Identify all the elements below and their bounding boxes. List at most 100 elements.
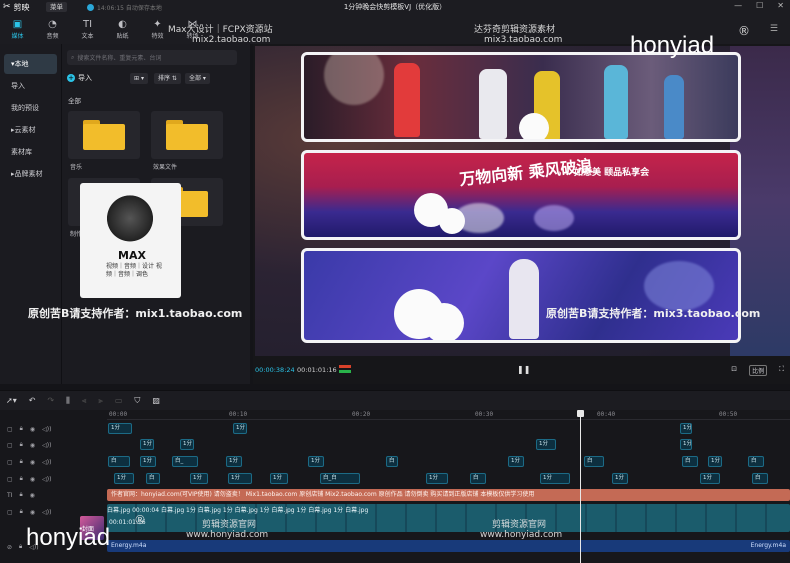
eye-icon[interactable]: ◉ xyxy=(30,476,35,483)
timeline-clip[interactable]: 1分 xyxy=(233,423,247,434)
playhead[interactable] xyxy=(577,410,584,563)
volume-icon[interactable]: ◁)) xyxy=(42,509,51,516)
volume-icon[interactable]: ◁)) xyxy=(29,544,38,551)
video-preview[interactable]: 万物向新 乘风破浪 如意美 颐品私享会 xyxy=(255,46,790,356)
audio-track-clip[interactable]: Energy.m4a Energy.m4a xyxy=(107,540,790,552)
split-right-icon[interactable]: ⫸ xyxy=(98,396,103,406)
screenshot-icon[interactable]: ⊡ xyxy=(731,365,737,376)
split-left-icon[interactable]: ⫷ xyxy=(82,396,87,406)
timeline[interactable]: 00:00 00:10 00:20 00:30 00:40 00:50 ▢ 🔒︎ ◉… xyxy=(0,410,790,563)
eye-icon[interactable]: ◉ xyxy=(30,492,35,499)
undo-icon[interactable]: ↶ xyxy=(29,396,36,405)
track-header[interactable]: ▢ 🔒︎ ◉ ◁)) xyxy=(0,422,106,436)
timeline-clip[interactable]: 1分 xyxy=(190,473,208,484)
timeline-clip[interactable]: 1分 xyxy=(680,439,692,450)
track-toggle-icon[interactable]: ▢ xyxy=(7,426,13,433)
shield-icon[interactable]: ⛉ xyxy=(134,396,140,406)
image-icon[interactable]: ▨ xyxy=(152,396,160,405)
timeline-clip[interactable]: 1分 xyxy=(426,473,448,484)
text-track-clip[interactable]: 作者官网：honyiad.com(可VIP使用) 请勿盗卖！ Mix1.taob… xyxy=(107,489,790,501)
eye-icon[interactable]: ◉ xyxy=(30,426,35,433)
lock-icon[interactable]: 🔒︎ xyxy=(20,508,23,516)
lock-icon[interactable]: 🔒︎ xyxy=(20,425,23,433)
sidebar-item-brand[interactable]: ▸品牌素材 xyxy=(4,164,57,184)
eye-icon[interactable]: ◉ xyxy=(30,509,35,516)
play-pause-button[interactable]: ❚❚ xyxy=(517,365,530,374)
eye-icon[interactable]: ◉ xyxy=(30,442,35,449)
timeline-clip[interactable]: 白 xyxy=(752,473,768,484)
volume-icon[interactable]: ◁)) xyxy=(42,426,51,433)
ratio-button[interactable]: 比例 xyxy=(749,365,768,376)
timeline-clip[interactable]: 白_白 xyxy=(320,473,360,484)
track-toggle-icon[interactable]: ▢ xyxy=(7,509,13,516)
split-icon[interactable]: ⫼ xyxy=(66,396,70,406)
sidebar-item-presets[interactable]: 我的预设 xyxy=(4,98,57,118)
timeline-clip[interactable]: 1分 xyxy=(536,439,556,450)
main-video-track[interactable]: 白幕.jpg 00:00:04 白幕.jpg 1分 白幕.jpg 1分 白幕.j… xyxy=(107,504,790,532)
track-header[interactable]: TI 🔒︎ ◉ xyxy=(0,488,106,502)
timeline-clip[interactable]: 1分 xyxy=(612,473,628,484)
hamburger-menu-icon[interactable]: ☰ xyxy=(770,24,778,34)
view-toggle-button[interactable]: ⊞ ▾ xyxy=(130,72,148,84)
delete-icon[interactable]: ▭ xyxy=(115,396,123,405)
track-header[interactable]: ▢ 🔒︎ ◉ ◁)) xyxy=(0,438,106,452)
timeline-clip[interactable]: 白 xyxy=(386,456,398,467)
track-header[interactable]: ▢ 🔒︎ ◉ ◁)) xyxy=(0,455,106,469)
sidebar-item-local[interactable]: ▾本地 xyxy=(4,54,57,74)
timeline-clip[interactable]: 1分 xyxy=(228,473,252,484)
timeline-clip[interactable]: 1分 xyxy=(140,456,156,467)
timeline-clip[interactable]: 1分 xyxy=(226,456,242,467)
track-toggle-icon[interactable]: ▢ xyxy=(7,442,13,449)
select-tool-icon[interactable]: ➚▾ xyxy=(6,396,17,405)
timeline-clip[interactable]: 1分 xyxy=(114,473,134,484)
lock-icon[interactable]: 🔒︎ xyxy=(19,491,22,499)
folder-card[interactable] xyxy=(151,111,223,159)
timeline-clip[interactable]: 1分 xyxy=(680,423,692,434)
timeline-clip[interactable]: 白 xyxy=(470,473,486,484)
search-input[interactable]: ⌕ 搜索文件名称、重复元素、台词 xyxy=(67,50,237,65)
timeline-clip[interactable]: 1分 xyxy=(270,473,288,484)
tab-sticker[interactable]: ◐ 贴纸 xyxy=(105,14,140,44)
fullscreen-icon[interactable]: ⛶ xyxy=(779,365,784,376)
minimize-icon[interactable]: — xyxy=(734,1,742,10)
timeline-clip[interactable]: 1分 xyxy=(540,473,570,484)
sidebar-item-cloud[interactable]: ▸云素材 xyxy=(4,120,57,140)
timeline-clip[interactable]: 白 xyxy=(146,473,160,484)
import-button[interactable]: + 导入 xyxy=(67,73,92,83)
timeline-clip[interactable]: 1分 xyxy=(180,439,194,450)
lock-icon[interactable]: 🔒︎ xyxy=(20,475,23,483)
timeline-clip[interactable]: 1分 xyxy=(708,456,722,467)
lock-icon[interactable]: 🔒︎ xyxy=(19,543,22,551)
timeline-clip[interactable]: 白 xyxy=(584,456,604,467)
lock-icon[interactable]: 🔒︎ xyxy=(20,441,23,449)
folder-card[interactable] xyxy=(68,111,140,159)
tab-audio[interactable]: ◔ 音频 xyxy=(35,14,70,44)
tab-text[interactable]: TI 文本 xyxy=(70,14,105,44)
tab-effects[interactable]: ✦ 特效 xyxy=(140,14,175,44)
track-header[interactable]: ▢ 🔒︎ ◉ ◁)) xyxy=(0,472,106,486)
timeline-clip[interactable]: 1分 xyxy=(308,456,324,467)
sort-button[interactable]: 排序 ⇅ xyxy=(154,72,181,84)
sidebar-item-library[interactable]: 素材库 xyxy=(4,142,57,162)
volume-icon[interactable]: ◁)) xyxy=(42,476,51,483)
timeline-clip[interactable]: 白 xyxy=(108,456,130,467)
tab-transition[interactable]: ⋈ 转场 xyxy=(175,14,210,44)
track-toggle-icon[interactable]: ▢ xyxy=(7,459,13,466)
timeline-clip[interactable]: 白 xyxy=(748,456,764,467)
volume-icon[interactable]: ◁)) xyxy=(42,442,51,449)
timeline-clip[interactable]: 白 xyxy=(682,456,698,467)
close-icon[interactable]: ✕ xyxy=(777,1,784,10)
lock-icon[interactable]: 🔒︎ xyxy=(20,458,23,466)
volume-icon[interactable]: ◁)) xyxy=(42,459,51,466)
tab-media[interactable]: ▣ 媒体 xyxy=(0,14,35,44)
timeline-clip[interactable]: 1分 xyxy=(508,456,524,467)
filter-button[interactable]: 全部 ▾ xyxy=(184,72,210,84)
timeline-clip[interactable]: 1分 xyxy=(108,423,132,434)
redo-icon[interactable]: ↷ xyxy=(47,396,54,405)
timeline-ruler[interactable]: 00:00 00:10 00:20 00:30 00:40 00:50 xyxy=(107,410,790,420)
maximize-icon[interactable]: ☐ xyxy=(756,1,763,10)
timeline-clip[interactable]: 1分 xyxy=(700,473,720,484)
track-toggle-icon[interactable]: ▢ xyxy=(7,476,13,483)
sidebar-item-import[interactable]: 导入 xyxy=(4,76,57,96)
menu-button[interactable]: 菜单 xyxy=(46,2,67,12)
